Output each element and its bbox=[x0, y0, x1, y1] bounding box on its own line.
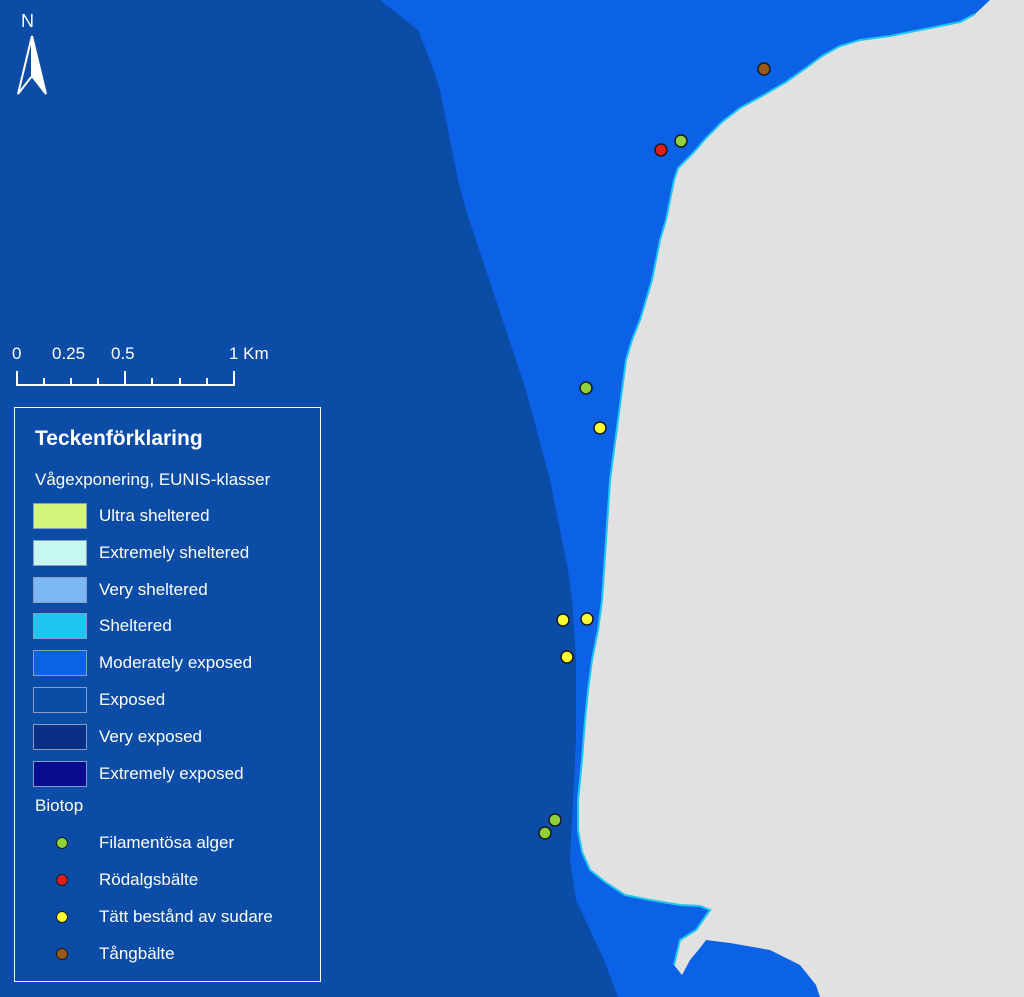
biotope-dot-icon bbox=[56, 837, 68, 849]
legend-class-label: Extremely sheltered bbox=[99, 542, 250, 562]
legend-class-row: Very sheltered bbox=[33, 576, 313, 605]
legend-biotope-label: Tångbälte bbox=[99, 944, 175, 963]
biotop-heading: Biotop bbox=[35, 796, 84, 815]
legend-class-label: Sheltered bbox=[99, 616, 172, 636]
legend-biotope-label: Rödalgsbälte bbox=[99, 870, 199, 889]
legend-class-row: Sheltered bbox=[33, 613, 313, 641]
legend-class-label: Extremely exposed bbox=[99, 763, 244, 783]
biotope-point-sudare[interactable] bbox=[580, 612, 594, 626]
scale-bar: 0 0.25 0.5 1 Km bbox=[10, 342, 290, 392]
legend-swatch bbox=[33, 760, 87, 787]
legend-class-row: Moderately exposed bbox=[33, 650, 313, 678]
legend-swatch bbox=[33, 687, 87, 713]
legend-biotope-label: Tätt bestånd av sudare bbox=[99, 907, 273, 926]
legend-class-label: Very exposed bbox=[99, 726, 203, 746]
legend-panel: Teckenförklaring Vågexponering, EUNIS-kl… bbox=[14, 407, 321, 982]
legend-class-row: Very exposed bbox=[33, 723, 313, 752]
biotope-point-filamentosa[interactable] bbox=[538, 826, 552, 840]
legend-swatch bbox=[33, 576, 87, 603]
legend-class-row: Extremely exposed bbox=[33, 760, 313, 789]
legend-class-label: Ultra sheltered bbox=[99, 506, 210, 525]
legend-class-row: Extremely sheltered bbox=[33, 539, 313, 568]
legend-class-label: Moderately exposed bbox=[99, 653, 253, 673]
biotope-point-sudare[interactable] bbox=[593, 421, 607, 435]
legend-swatch bbox=[33, 650, 87, 677]
legend-biotope-row: Rödalgsbälte bbox=[33, 868, 313, 894]
legend-class-row: Exposed bbox=[33, 687, 313, 715]
scale-tick-label: 0.25 bbox=[52, 344, 86, 363]
biotope-dot-icon bbox=[56, 948, 68, 960]
legend-class-label: Exposed bbox=[99, 690, 166, 709]
biotope-point-sudare[interactable] bbox=[560, 650, 574, 664]
legend-biotope-row: Tätt bestånd av sudare bbox=[33, 905, 313, 931]
biotope-point-filamentosa[interactable] bbox=[579, 381, 593, 395]
legend-biotope-row: Tångbälte bbox=[33, 942, 313, 968]
legend-title: Teckenförklaring bbox=[35, 427, 203, 450]
scale-tick-label: 0.5 bbox=[111, 344, 135, 363]
scale-tick-label: 0 bbox=[12, 344, 22, 363]
biotope-point-tangbalte[interactable] bbox=[757, 62, 771, 76]
biotope-point-sudare[interactable] bbox=[556, 613, 570, 627]
legend-swatch bbox=[33, 723, 87, 750]
legend-class-label: Very sheltered bbox=[99, 579, 208, 599]
biotope-point-filamentosa[interactable] bbox=[548, 813, 562, 827]
legend-swatch bbox=[33, 613, 87, 640]
biotope-dot-icon bbox=[56, 874, 68, 886]
north-arrow-icon bbox=[17, 35, 47, 95]
biotope-dot-icon bbox=[56, 911, 68, 923]
biotope-point-filamentosa[interactable] bbox=[674, 134, 688, 148]
legend-class-row: Ultra sheltered bbox=[33, 503, 313, 531]
legend-biotope-row: Filamentösa alger bbox=[33, 831, 313, 857]
legend-swatch bbox=[33, 503, 87, 529]
scale-bar-line bbox=[16, 371, 235, 386]
legend-swatch bbox=[33, 539, 87, 566]
scale-tick-label: 1 Km bbox=[229, 344, 269, 363]
legend-subtitle: Vågexponering, EUNIS-klasser bbox=[35, 470, 271, 489]
biotope-point-rodalgsbalte[interactable] bbox=[654, 143, 668, 157]
legend-biotope-label: Filamentösa alger bbox=[99, 833, 235, 852]
